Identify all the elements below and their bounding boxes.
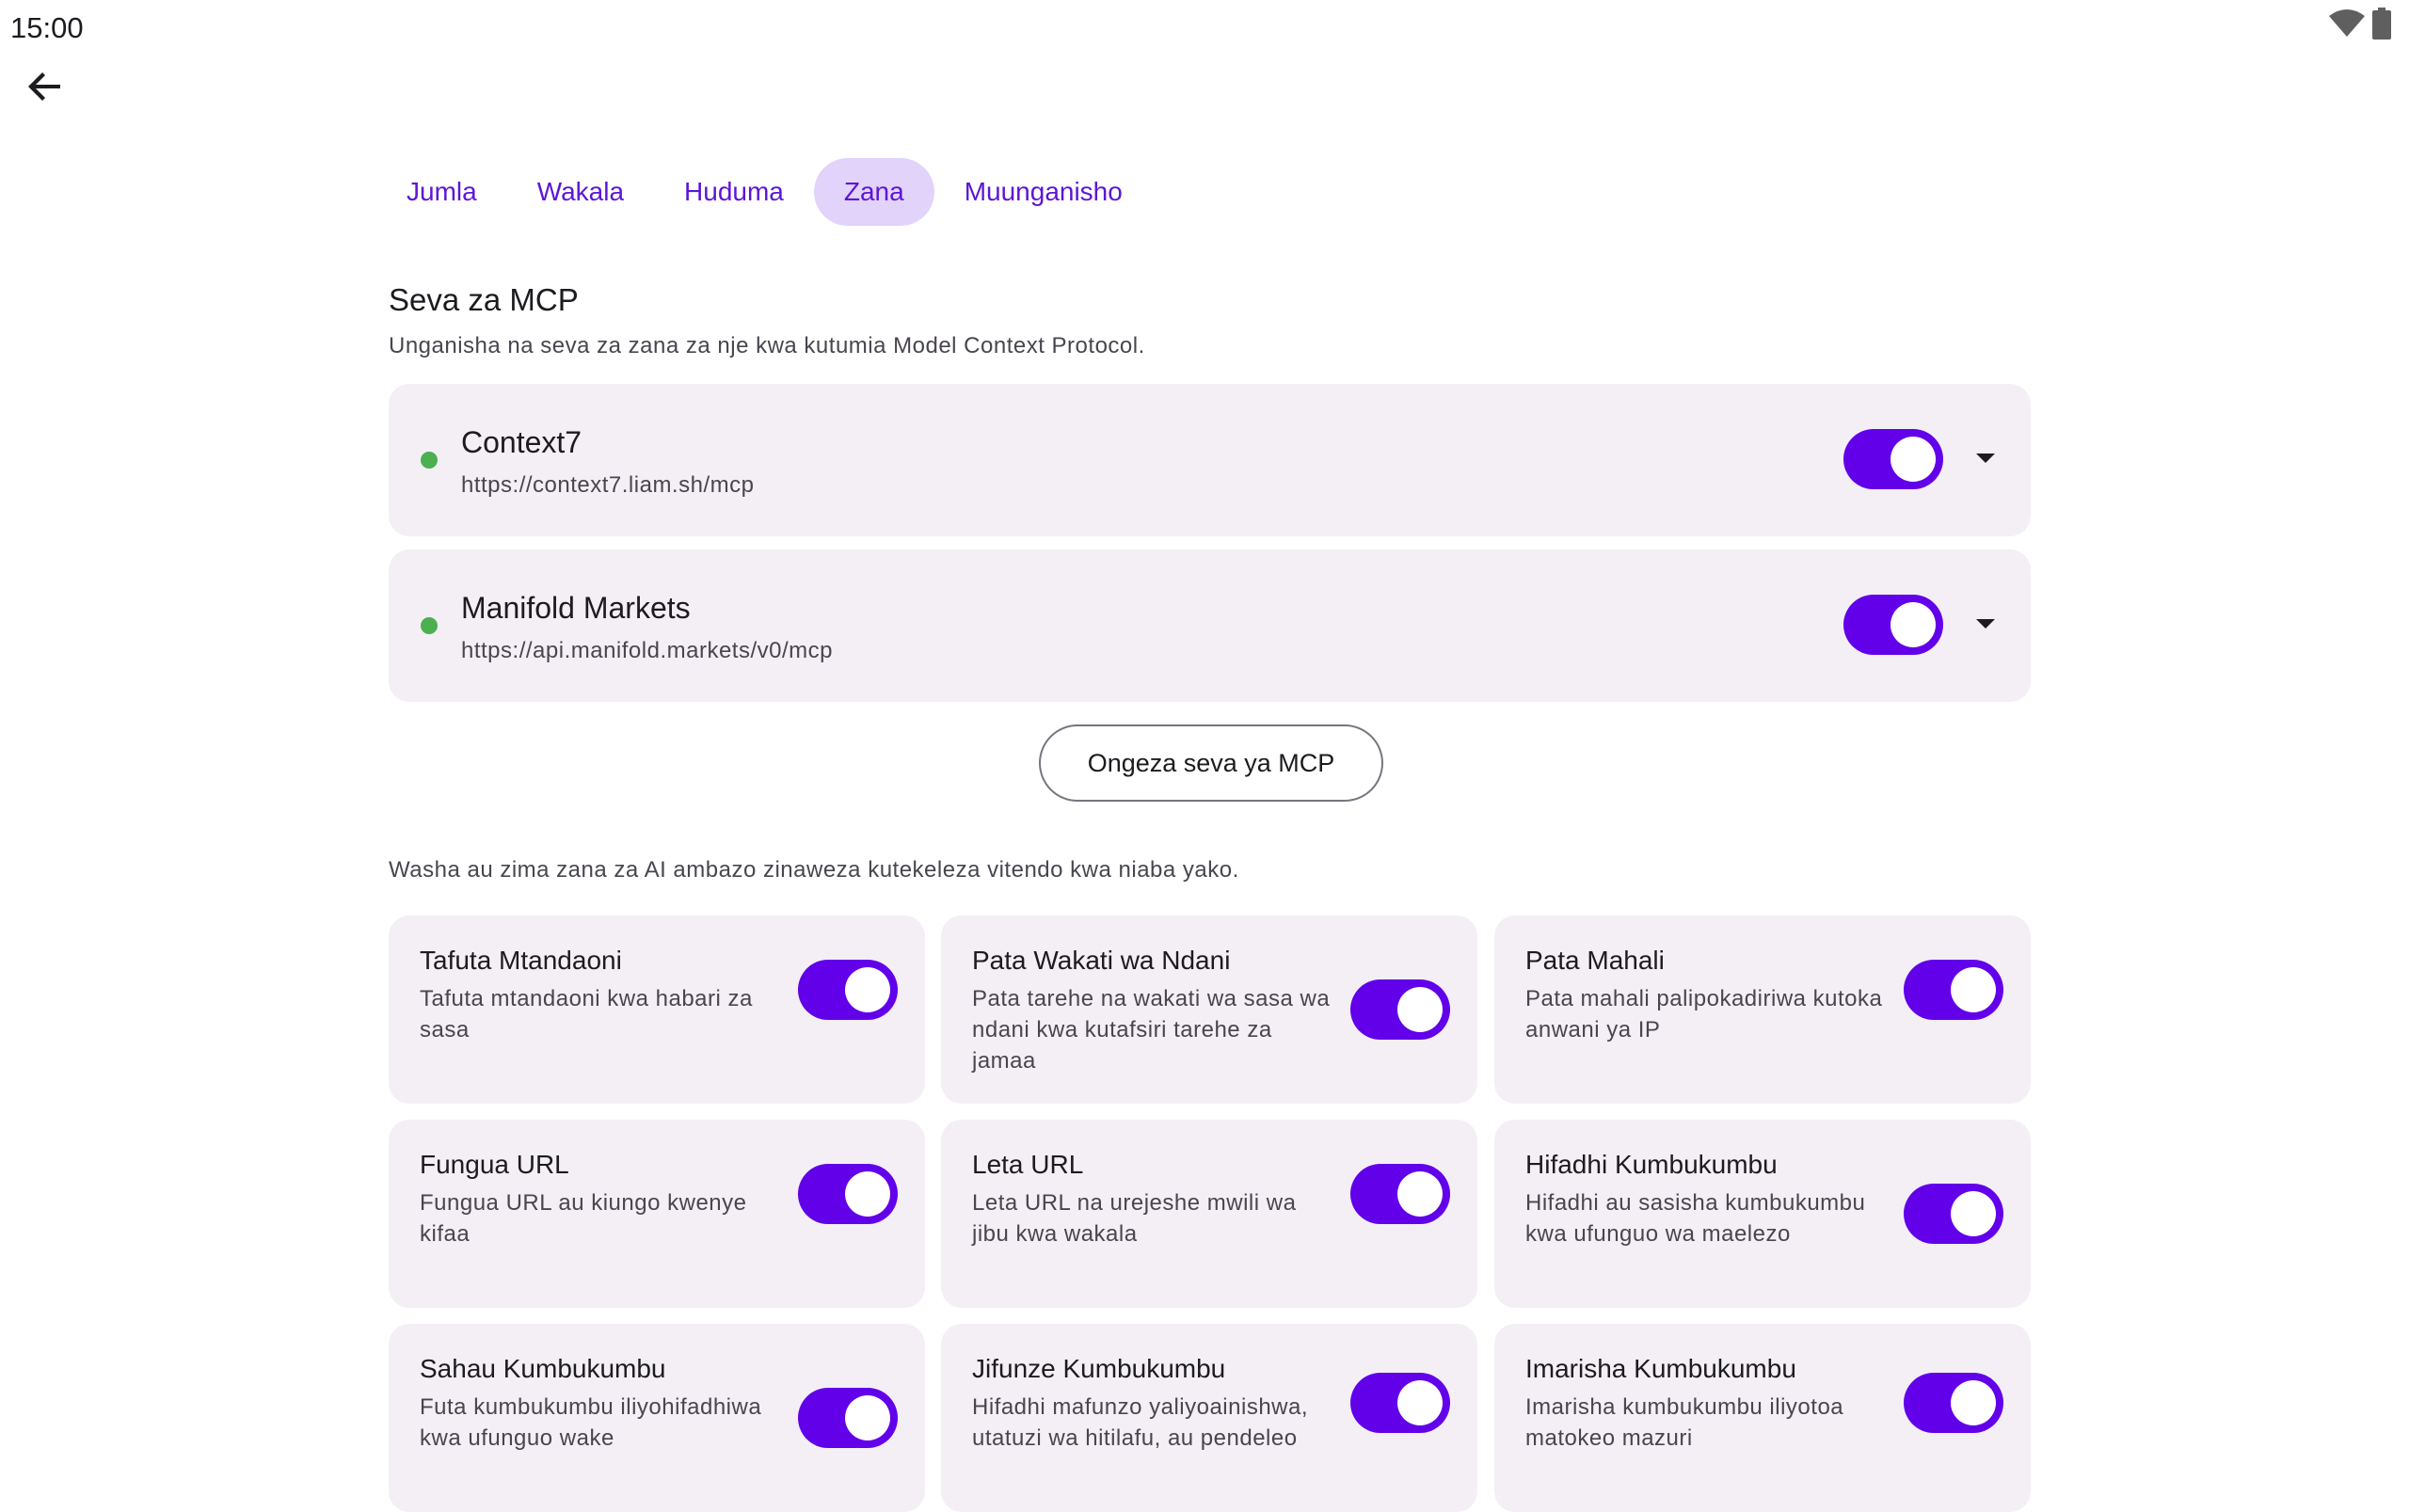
tool-title: Sahau Kumbukumbu	[420, 1354, 666, 1383]
tool-enable-toggle[interactable]	[1350, 979, 1450, 1040]
tool-description: Pata mahali palipokadiriwa kutoka anwani…	[1525, 986, 1883, 1042]
add-mcp-server-button[interactable]: Ongeza seva ya MCP	[1039, 724, 1383, 802]
toggle-thumb	[1397, 987, 1443, 1032]
tool-title: Pata Wakati wa Ndani	[972, 946, 1231, 975]
status-icons	[2328, 8, 2392, 44]
tab-zana[interactable]: Zana	[813, 158, 934, 226]
mcp-server-card-manifold: Manifold Markets https://api.manifold.ma…	[389, 549, 2031, 702]
tool-enable-toggle[interactable]	[798, 960, 898, 1020]
server-url: https://api.manifold.markets/v0/mcp	[461, 638, 833, 663]
tool-enable-toggle[interactable]	[798, 1388, 898, 1448]
tool-card-reinforce-memory: Imarisha Kumbukumbu Imarisha kumbukumbu …	[1494, 1324, 2031, 1512]
tool-enable-toggle[interactable]	[1904, 1184, 2003, 1244]
tool-enable-toggle[interactable]	[1350, 1164, 1450, 1224]
tab-wakala[interactable]: Wakala	[507, 158, 654, 226]
wifi-icon	[2328, 8, 2366, 43]
expand-button[interactable]	[1967, 608, 2004, 645]
tool-description: Hifadhi mafunzo yaliyoainishwa, utatuzi …	[972, 1394, 1309, 1451]
toggle-thumb	[845, 1395, 890, 1440]
tool-description: Fungua URL au kiungo kwenye kifaa	[420, 1190, 747, 1247]
tool-card-learn-memory: Jifunze Kumbukumbu Hifadhi mafunzo yaliy…	[941, 1324, 1477, 1512]
toggle-thumb	[1951, 1380, 1996, 1425]
tool-card-save-memory: Hifadhi Kumbukumbu Hifadhi au sasisha ku…	[1494, 1120, 2031, 1308]
tool-card-location: Pata Mahali Pata mahali palipokadiriwa k…	[1494, 915, 2031, 1104]
server-enable-toggle[interactable]	[1843, 429, 1943, 489]
toggle-thumb	[845, 967, 890, 1012]
mcp-section-description: Unganisha na seva za zana za nje kwa kut…	[389, 333, 1145, 358]
tool-title: Tafuta Mtandaoni	[420, 946, 622, 975]
toggle-thumb	[1397, 1171, 1443, 1217]
toggle-thumb	[1397, 1380, 1443, 1425]
tools-description: Washa au zima zana za AI ambazo zinaweza…	[389, 857, 1239, 883]
tool-title: Pata Mahali	[1525, 946, 1665, 975]
battery-icon	[2371, 8, 2392, 44]
tool-card-forget-memory: Sahau Kumbukumbu Futa kumbukumbu iliyohi…	[389, 1324, 925, 1512]
tool-description: Hifadhi au sasisha kumbukumbu kwa ufungu…	[1525, 1190, 1866, 1247]
tool-enable-toggle[interactable]	[1350, 1373, 1450, 1433]
server-name: Context7	[461, 425, 582, 459]
toggle-thumb	[1951, 967, 1996, 1012]
mcp-server-card-context7: Context7 https://context7.liam.sh/mcp	[389, 384, 2031, 536]
tool-description: Imarisha kumbukumbu iliyotoa matokeo maz…	[1525, 1394, 1844, 1451]
tool-description: Tafuta mtandaoni kwa habari za sasa	[420, 986, 753, 1042]
mcp-section-title: Seva za MCP	[389, 282, 579, 317]
server-name: Manifold Markets	[461, 591, 691, 625]
tab-huduma[interactable]: Huduma	[654, 158, 814, 226]
server-status-dot	[421, 452, 438, 469]
tab-muunganisho[interactable]: Muunganisho	[934, 158, 1153, 226]
tab-bar: Jumla Wakala Huduma Zana Muunganisho	[376, 158, 1153, 226]
dropdown-arrow-icon	[1976, 453, 1995, 470]
status-bar: 15:00	[0, 0, 2409, 56]
toggle-thumb	[1891, 437, 1936, 482]
tool-title: Leta URL	[972, 1150, 1084, 1179]
status-time: 15:00	[10, 11, 84, 44]
server-enable-toggle[interactable]	[1843, 595, 1943, 655]
tool-card-web-search: Tafuta Mtandaoni Tafuta mtandaoni kwa ha…	[389, 915, 925, 1104]
tool-card-open-url: Fungua URL Fungua URL au kiungo kwenye k…	[389, 1120, 925, 1308]
toggle-thumb	[1891, 602, 1936, 647]
toggle-thumb	[845, 1171, 890, 1217]
tool-description: Pata tarehe na wakati wa sasa wa ndani k…	[972, 986, 1331, 1074]
dropdown-arrow-icon	[1976, 618, 1995, 635]
tool-title: Fungua URL	[420, 1150, 569, 1179]
tab-jumla[interactable]: Jumla	[376, 158, 507, 226]
tool-title: Hifadhi Kumbukumbu	[1525, 1150, 1778, 1179]
tool-card-fetch-url: Leta URL Leta URL na urejeshe mwili wa j…	[941, 1120, 1477, 1308]
tool-description: Futa kumbukumbu iliyohifadhiwa kwa ufung…	[420, 1394, 762, 1451]
tool-description: Leta URL na urejeshe mwili wa jibu kwa w…	[972, 1190, 1297, 1247]
tool-title: Imarisha Kumbukumbu	[1525, 1354, 1796, 1383]
tool-title: Jifunze Kumbukumbu	[972, 1354, 1226, 1383]
tool-enable-toggle[interactable]	[798, 1164, 898, 1224]
server-status-dot	[421, 617, 438, 634]
arrow-back-icon	[26, 68, 64, 110]
tool-enable-toggle[interactable]	[1904, 1373, 2003, 1433]
tool-enable-toggle[interactable]	[1904, 960, 2003, 1020]
tool-card-local-time: Pata Wakati wa Ndani Pata tarehe na waka…	[941, 915, 1477, 1104]
server-url: https://context7.liam.sh/mcp	[461, 472, 755, 498]
toggle-thumb	[1951, 1191, 1996, 1236]
expand-button[interactable]	[1967, 442, 2004, 480]
back-button[interactable]	[17, 60, 73, 117]
